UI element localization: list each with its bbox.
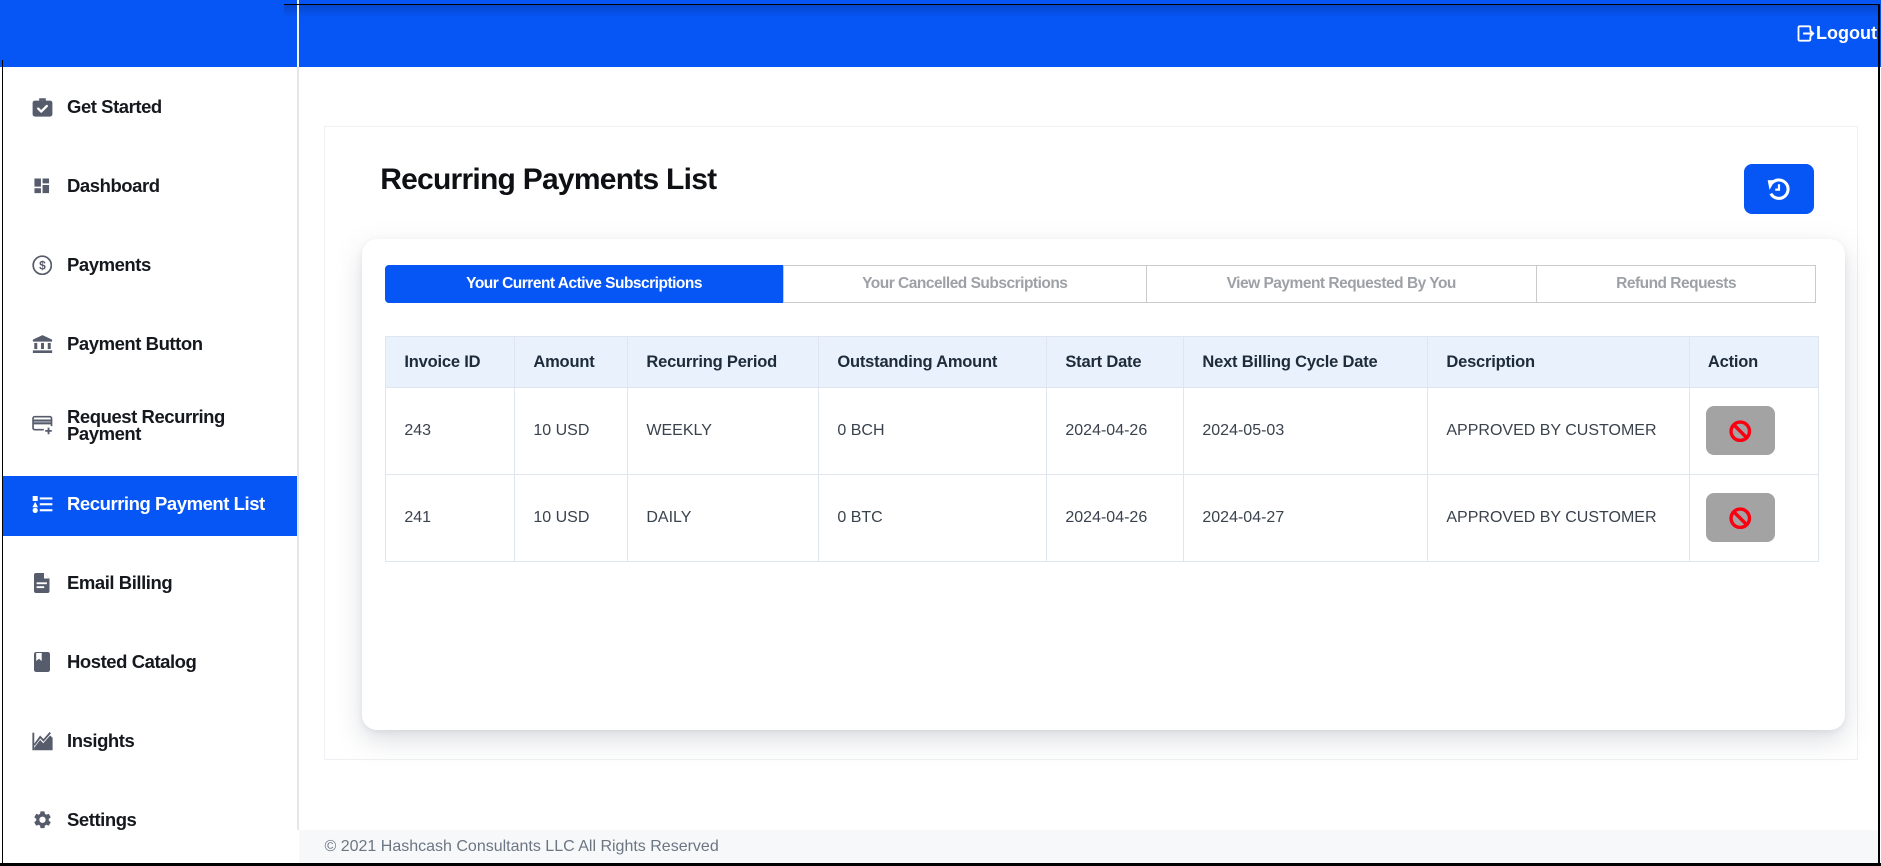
svg-text:$: $ [39, 258, 46, 272]
